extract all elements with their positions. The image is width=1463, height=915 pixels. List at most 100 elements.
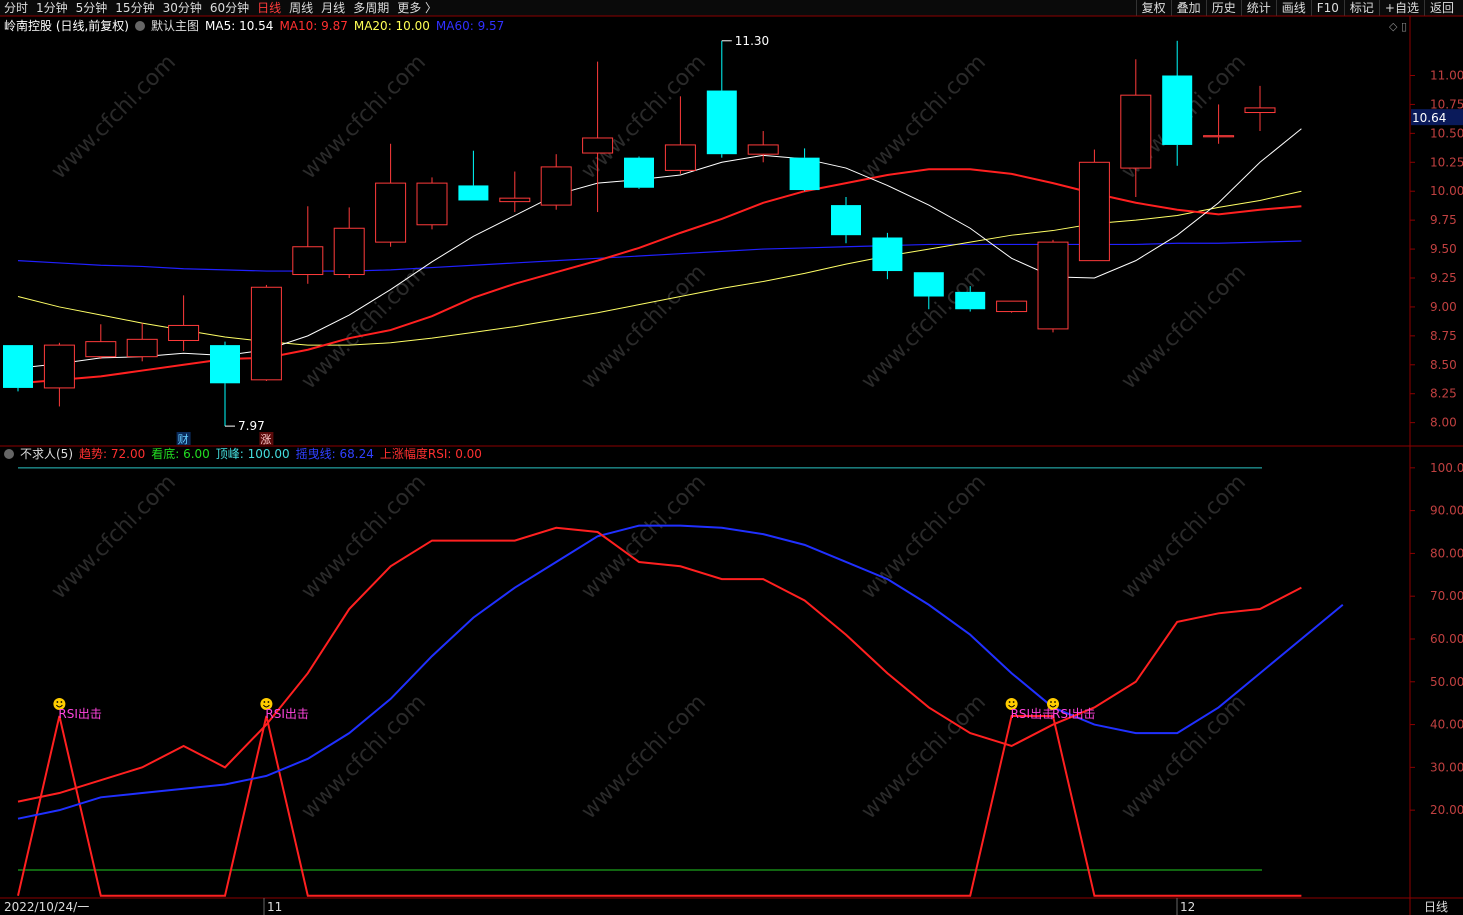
price-axis-label: 11.00	[1430, 69, 1463, 83]
ma10-label: MA10: 9.87	[279, 19, 348, 33]
layout-icons[interactable]: ◇ ▯	[1389, 20, 1407, 33]
toolbar-button[interactable]: F10	[1310, 0, 1344, 16]
watermark-text: www.cfchi.com	[857, 260, 991, 394]
smiley-eye	[267, 701, 270, 703]
indicator-axis-label: 60.00	[1430, 632, 1463, 646]
price-axis-label: 9.25	[1430, 271, 1457, 285]
period-tab[interactable]: 更多 〉	[397, 0, 437, 16]
watermark-text: www.cfchi.com	[577, 690, 711, 824]
rsi-signal-label: RSI出击	[1052, 707, 1096, 721]
candle-body	[624, 157, 654, 188]
candle-body	[43, 344, 75, 389]
period-tab[interactable]: 1分钟	[36, 0, 68, 16]
toolbar-button[interactable]: 统计	[1240, 0, 1276, 16]
indicator-axis-label: 20.00	[1430, 803, 1463, 817]
toolbar-button[interactable]: +自选	[1378, 0, 1424, 16]
period-tab[interactable]: 日线	[257, 0, 281, 16]
smiley-eye	[60, 701, 63, 703]
current-price-box	[1411, 109, 1463, 126]
candle-body	[706, 90, 737, 155]
candle-body	[1120, 94, 1152, 169]
toolbar-button[interactable]: 历史	[1205, 0, 1241, 16]
watermark-text: www.cfchi.com	[857, 50, 991, 184]
toolbar-button[interactable]: 复权	[1135, 0, 1171, 16]
candle-body	[333, 227, 365, 276]
rise-marker: 涨	[260, 433, 271, 446]
finance-marker: 财	[178, 432, 189, 446]
smiley-mouth	[1008, 704, 1015, 708]
watermark-text: www.cfchi.com	[297, 260, 431, 394]
period-tab[interactable]: 30分钟	[163, 0, 202, 16]
candle-body	[375, 182, 407, 243]
toolbar-button[interactable]: 画线	[1275, 0, 1311, 16]
swing-label: 摇曳线: 68.24	[295, 447, 374, 461]
period-tab[interactable]: 60分钟	[210, 0, 249, 16]
period-indicator[interactable]: 日线	[1424, 899, 1448, 915]
smiley-icon	[1005, 698, 1018, 711]
candle-body	[831, 205, 861, 236]
main-chart-header: 岭南控股 (日线,前复权) 默认主图 MA5: 10.54 MA10: 9.87…	[4, 18, 504, 34]
price-axis-label: 9.50	[1430, 242, 1457, 256]
ma10-line	[17, 168, 1302, 385]
watermark-text: www.cfchi.com	[577, 50, 711, 184]
candle-body	[499, 197, 531, 203]
candle-body	[1162, 75, 1193, 145]
candle-body	[292, 246, 324, 276]
candle-body	[872, 237, 903, 272]
smiley-eye	[1008, 701, 1011, 703]
finance-marker-bg	[176, 432, 191, 445]
bottom-label: 看底: 6.00	[151, 447, 210, 461]
period-tab[interactable]: 多周期	[353, 0, 389, 16]
candle-body	[747, 144, 779, 155]
right-toolbar: 复权 叠加 历史 统计 画线 F10 标记 +自选 返回	[1135, 0, 1459, 16]
smiley-eye	[263, 701, 266, 703]
candle-body	[582, 137, 614, 154]
toolbar-button[interactable]: 标记	[1343, 0, 1379, 16]
indicator-settings-icon[interactable]	[4, 449, 14, 459]
toolbar-button[interactable]: 返回	[1423, 0, 1459, 16]
period-tab[interactable]: 5分钟	[76, 0, 108, 16]
top-toolbar: 分时 1分钟 5分钟 15分钟 30分钟 60分钟 日线 周线 月线 多周期 更多 〉 复权 叠加 历史…	[0, 0, 1463, 16]
candle-body	[3, 345, 33, 388]
rsi-signal-label: RSI出击	[1011, 707, 1055, 721]
smiley-eye	[56, 701, 59, 703]
indicator-name[interactable]: 不求人(5)	[20, 446, 73, 462]
watermark-text: www.cfchi.com	[47, 470, 181, 604]
price-axis-label: 8.50	[1430, 358, 1457, 372]
smiley-icon	[260, 698, 273, 711]
toolbar-button[interactable]: 叠加	[1170, 0, 1206, 16]
period-tab[interactable]: 月线	[321, 0, 345, 16]
period-tab[interactable]: 15分钟	[115, 0, 154, 16]
rsi-signal-label: RSI出击	[58, 707, 102, 721]
price-axis-label: 10.25	[1430, 155, 1463, 169]
template-name[interactable]: 默认主图	[151, 18, 199, 34]
settings-dot-icon[interactable]	[135, 21, 145, 31]
watermark-text: www.cfchi.com	[1117, 690, 1251, 824]
watermark-text: www.cfchi.com	[1117, 260, 1251, 394]
watermark-text: www.cfchi.com	[1117, 470, 1251, 604]
candle-body	[1078, 161, 1110, 262]
candle-body	[540, 166, 572, 206]
ma5-line	[17, 128, 1302, 369]
smiley-icon	[53, 698, 66, 711]
price-axis-label: 8.75	[1430, 329, 1457, 343]
candle-body	[85, 341, 117, 358]
smiley-mouth	[56, 704, 63, 708]
indicator-axis-label: 100.0	[1430, 461, 1463, 475]
price-axis-label: 10.00	[1430, 184, 1463, 198]
candle-body	[1244, 107, 1276, 114]
ma20-line	[17, 190, 1302, 346]
candle-body	[458, 185, 489, 201]
period-tab[interactable]: 周线	[289, 0, 313, 16]
price-axis-label: 8.00	[1430, 416, 1457, 430]
trend-label: 趋势: 72.00	[79, 447, 146, 461]
price-axis-label: 8.25	[1430, 387, 1457, 401]
rsi-signal-line	[17, 715, 1302, 897]
ma60-label: MA60: 9.57	[435, 19, 505, 33]
price-axis-label: 10.75	[1430, 97, 1463, 111]
month-11-label: 11	[267, 900, 282, 914]
period-tab[interactable]: 分时	[4, 0, 28, 16]
watermark-text: www.cfchi.com	[47, 50, 181, 184]
indicator-axis-label: 90.00	[1430, 504, 1463, 518]
rsi-label: 上涨幅度RSI: 0.00	[379, 447, 482, 461]
